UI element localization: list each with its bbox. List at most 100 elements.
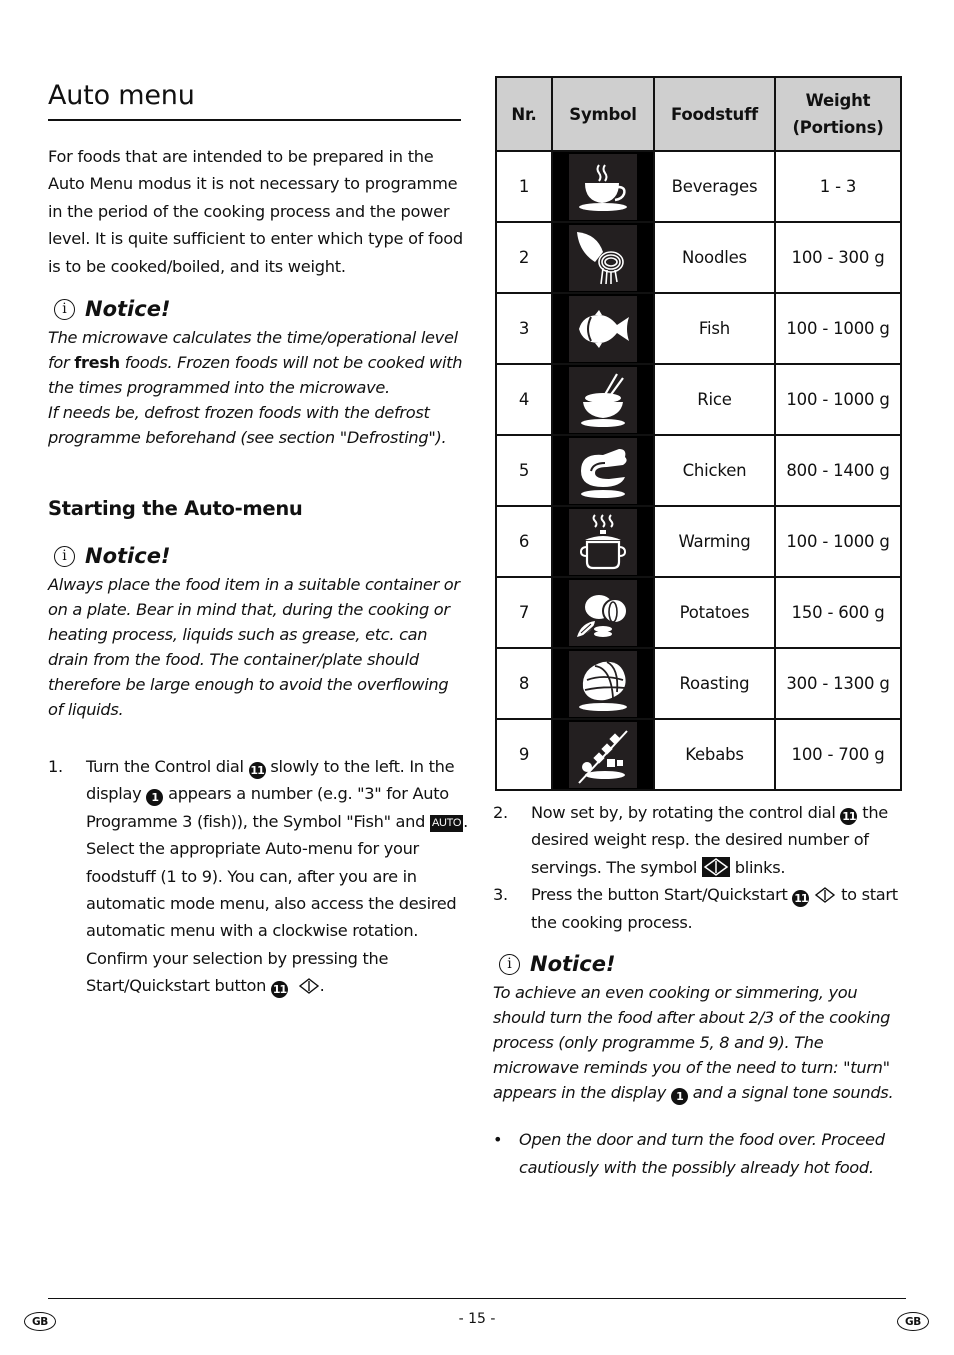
cell-nr: 7 [497, 578, 553, 647]
cell-symbol [553, 720, 655, 789]
notice-body: The microwave calculates the time/operat… [48, 325, 468, 450]
cell-symbol [553, 365, 655, 434]
cell-foodstuff: Chicken [655, 436, 776, 505]
cell-symbol [553, 578, 655, 647]
country-badge-right: GB [897, 1312, 929, 1331]
table-row: 8 Roasting 300 - 1300 g [497, 647, 900, 718]
cell-foodstuff: Fish [655, 294, 776, 363]
auto-badge-icon: AUTO [429, 814, 464, 832]
header-weight: Weight (Portions) [776, 78, 900, 150]
text: and a signal tone sounds. [687, 1083, 894, 1102]
chicken-leg-icon [569, 437, 637, 504]
header-nr: Nr. [497, 78, 553, 150]
cell-weight: 800 - 1400 g [786, 461, 890, 480]
callout-11-icon: 11 [792, 890, 810, 908]
cell-weight: 300 - 1300 g [786, 674, 890, 693]
cell-weight: 1 - 3 [819, 177, 857, 196]
step-list-right: 2. Now set by, by rotating the control d… [493, 799, 908, 936]
notice-label: Notice! [85, 544, 171, 568]
cell-foodstuff: Warming [655, 507, 776, 576]
notice-label: Notice! [530, 952, 616, 976]
cell-symbol [553, 223, 655, 292]
cell-symbol [553, 152, 655, 221]
cell-nr: 5 [497, 436, 553, 505]
cell-foodstuff: Beverages [655, 152, 776, 221]
table-row: 1 Beverages 1 - 3 [497, 150, 900, 221]
text: . [319, 976, 325, 996]
cell-weight: 100 - 1000 g [786, 319, 890, 338]
bullet-item: • Open the door and turn the food over. … [493, 1126, 908, 1182]
step-3: 3. Press the button Start/Quickstart 11 … [493, 881, 908, 936]
table-row: 5 Chicken 800 - 1400 g [497, 434, 900, 505]
notice-fresh-foods: i Notice! The microwave calculates the t… [48, 297, 468, 450]
start-diamond-icon [814, 884, 836, 904]
step-text: Now set by, by rotating the control dial… [531, 799, 908, 881]
section-heading: Starting the Auto-menu [48, 497, 303, 520]
notice-heading: i Notice! [48, 544, 468, 568]
callout-11-icon: 11 [270, 981, 288, 999]
cell-nr: 2 [497, 223, 553, 292]
cell-symbol [553, 294, 655, 363]
cell-symbol [553, 436, 655, 505]
step-2: 2. Now set by, by rotating the control d… [493, 799, 908, 881]
step-number: 1. [48, 757, 63, 776]
cell-nr: 3 [497, 294, 553, 363]
cell-weight: 150 - 600 g [791, 603, 885, 622]
header-foodstuff: Foodstuff [655, 78, 776, 150]
cell-foodstuff: Rice [655, 365, 776, 434]
notice-heading: i Notice! [493, 952, 913, 976]
rice-bowl-icon [569, 366, 637, 433]
table-row: 7 Potatoes 150 - 600 g [497, 576, 900, 647]
cell-nr: 4 [497, 365, 553, 434]
step-text: Press the button Start/Quickstart 11 to … [531, 881, 908, 936]
notice-body: Always place the food item in a suitable… [48, 575, 460, 719]
notice-container: i Notice! Always place the food item in … [48, 544, 468, 722]
callout-11-icon: 11 [248, 762, 266, 779]
kebab-skewer-icon [569, 721, 637, 788]
cell-nr: 6 [497, 507, 553, 576]
bullet-icon: • [493, 1130, 503, 1149]
text: Press the button Start/Quickstart [531, 885, 793, 905]
cell-nr: 8 [497, 649, 553, 718]
title-divider [48, 119, 461, 121]
table-row: 4 Rice 100 - 1000 g [497, 363, 900, 434]
text: blinks. [729, 857, 786, 877]
cell-symbol [553, 649, 655, 718]
page-title: Auto menu [48, 80, 195, 111]
start-diamond-blinking-icon [701, 856, 730, 877]
cell-symbol [553, 507, 655, 576]
step-text: Turn the Control dial 11 slowly to the l… [86, 753, 468, 1000]
potatoes-icon [569, 579, 637, 646]
notice-turn-food: i Notice! To achieve an even cooking or … [493, 952, 913, 1105]
info-icon: i [499, 953, 520, 975]
notice-label: Notice! [85, 297, 171, 321]
info-icon: i [54, 298, 75, 320]
cell-weight: 100 - 700 g [791, 745, 885, 764]
cell-weight: 100 - 1000 g [786, 532, 890, 551]
step-1: 1. Turn the Control dial 11 slowly to th… [48, 753, 468, 1000]
text: Now set by, by rotating the control dial [531, 803, 841, 822]
table-row: 2 Noodles 100 - 300 g [497, 221, 900, 292]
callout-11-icon: 11 [840, 808, 858, 825]
cell-nr: 1 [497, 152, 553, 221]
step-list-left: 1. Turn the Control dial 11 slowly to th… [48, 753, 468, 1000]
page-number: - 15 - [458, 1311, 496, 1327]
notice-bold-word: fresh [74, 353, 120, 372]
cell-foodstuff: Kebabs [655, 720, 776, 789]
cell-nr: 9 [497, 720, 553, 789]
bullet-text: Open the door and turn the food over. Pr… [519, 1130, 885, 1177]
notice-heading: i Notice! [48, 297, 468, 321]
table-header-row: Nr. Symbol Foodstuff Weight (Portions) [497, 78, 900, 150]
auto-menu-table: Nr. Symbol Foodstuff Weight (Portions) 1 … [495, 76, 902, 791]
beverage-cup-icon [569, 153, 637, 220]
info-icon: i [54, 545, 75, 567]
table-row: 3 Fish 100 - 1000 g [497, 292, 900, 363]
warming-pot-icon [569, 508, 637, 575]
header-weight-line1: Weight [805, 91, 871, 110]
notice-body: To achieve an even cooking or simmering,… [493, 980, 913, 1105]
fish-icon [569, 295, 637, 362]
header-weight-line2: (Portions) [792, 118, 884, 137]
cell-foodstuff: Noodles [655, 223, 776, 292]
step-number: 2. [493, 803, 508, 822]
start-diamond-icon [298, 975, 320, 995]
